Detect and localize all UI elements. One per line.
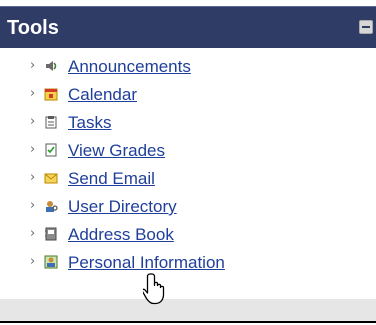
chevron-right-icon: › xyxy=(30,198,36,213)
tool-link-send-email[interactable]: Send Email xyxy=(68,169,155,189)
chevron-right-icon: › xyxy=(30,170,36,185)
panel-footer xyxy=(0,299,376,323)
hand-pointer-icon xyxy=(143,273,165,305)
tools-panel: Tools › Announcements › Calendar › Tasks… xyxy=(0,0,376,325)
chevron-right-icon: › xyxy=(30,254,36,269)
tool-link-personal-information[interactable]: Personal Information xyxy=(68,253,225,273)
chevron-right-icon: › xyxy=(30,114,36,129)
user-directory-icon xyxy=(46,201,58,212)
chevron-right-icon: › xyxy=(30,86,36,101)
grades-icon xyxy=(45,143,57,157)
address-book-icon xyxy=(45,227,57,241)
chevron-right-icon: › xyxy=(30,226,36,241)
tool-link-announcements[interactable]: Announcements xyxy=(68,57,191,77)
personal-info-icon xyxy=(44,255,58,269)
tool-link-calendar[interactable]: Calendar xyxy=(68,85,137,105)
tool-link-user-directory[interactable]: User Directory xyxy=(68,197,177,217)
clipboard-icon xyxy=(45,116,57,129)
panel-header: Tools xyxy=(0,6,376,48)
tool-link-address-book[interactable]: Address Book xyxy=(68,225,174,245)
chevron-right-icon: › xyxy=(30,142,36,157)
envelope-icon xyxy=(44,173,58,184)
calendar-icon xyxy=(44,88,58,101)
speaker-icon xyxy=(46,61,57,71)
collapse-icon[interactable] xyxy=(359,20,373,34)
tool-link-tasks[interactable]: Tasks xyxy=(68,113,111,133)
chevron-right-icon: › xyxy=(30,58,36,73)
panel-title: Tools xyxy=(7,17,59,39)
tool-link-view-grades[interactable]: View Grades xyxy=(68,141,165,161)
